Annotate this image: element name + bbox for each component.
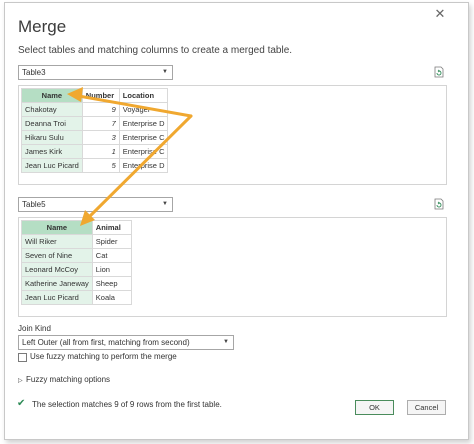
first-table-preview: Name Number Location Chakotay 9 Voyager … <box>18 85 447 185</box>
table-cell: Koala <box>91 290 132 305</box>
table-row: Jean Luc Picard 5 Enterprise D <box>21 158 169 173</box>
first-table-col-name[interactable]: Name <box>21 88 83 103</box>
second-table-grid: Name Animal Will Riker Spider Seven of N… <box>21 220 132 305</box>
table-cell: Enterprise C <box>118 144 169 159</box>
table-cell: Leonard McCoy <box>21 262 93 277</box>
second-table-col-animal[interactable]: Animal <box>91 220 132 235</box>
first-table-dropdown[interactable]: Table3 ▼ <box>18 65 173 80</box>
table-cell: Enterprise D <box>118 116 169 131</box>
match-status-text: The selection matches 9 of 9 rows from t… <box>32 400 222 409</box>
table-cell: Enterprise D <box>118 158 169 173</box>
refresh-icon[interactable] <box>433 66 445 78</box>
caret-down-icon: ▼ <box>162 201 168 207</box>
caret-down-icon: ▼ <box>223 339 229 345</box>
fuzzy-matching-checkbox[interactable] <box>18 353 27 362</box>
join-kind-dropdown[interactable]: Left Outer (all from first, matching fro… <box>18 335 234 350</box>
merge-dialog: ✕ Merge Select tables and matching colum… <box>4 2 469 440</box>
refresh-icon[interactable] <box>433 198 445 210</box>
fuzzy-matching-label: Use fuzzy matching to perform the merge <box>30 352 177 361</box>
table-cell: Deanna Troi <box>21 116 83 131</box>
table-cell: Seven of Nine <box>21 248 93 263</box>
table-row: Seven of Nine Cat <box>21 248 132 263</box>
table-cell: Cat <box>91 248 132 263</box>
cancel-button[interactable]: Cancel <box>407 400 446 415</box>
table-cell: Sheep <box>91 276 132 291</box>
first-table-col-number[interactable]: Number <box>81 88 120 103</box>
table-cell: Lion <box>91 262 132 277</box>
expand-icon[interactable]: ▷ <box>18 376 23 386</box>
table-row: Will Riker Spider <box>21 234 132 249</box>
dialog-title: Merge <box>18 17 67 36</box>
table-cell: Jean Luc Picard <box>21 158 83 173</box>
table-cell: 5 <box>81 158 120 173</box>
table-cell: Jean Luc Picard <box>21 290 93 305</box>
table-row: Jean Luc Picard Koala <box>21 290 132 305</box>
table-cell: 3 <box>81 130 120 145</box>
table-cell: 7 <box>81 116 120 131</box>
table-cell: Enterprise C <box>118 130 169 145</box>
table-cell: 1 <box>81 144 120 159</box>
fuzzy-options-toggle[interactable]: Fuzzy matching options <box>26 375 110 384</box>
check-icon: ✔ <box>17 398 26 409</box>
table-cell: Spider <box>91 234 132 249</box>
table-cell: Chakotay <box>21 102 83 117</box>
table-cell: 9 <box>81 102 120 117</box>
table-cell: Katherine Janeway <box>21 276 93 291</box>
second-table-preview: Name Animal Will Riker Spider Seven of N… <box>18 217 447 317</box>
table-cell: Will Riker <box>21 234 93 249</box>
second-table-selected: Table5 <box>22 200 46 209</box>
table-cell: James Kirk <box>21 144 83 159</box>
caret-down-icon: ▼ <box>162 69 168 75</box>
table-cell: Hikaru Sulu <box>21 130 83 145</box>
second-table-dropdown[interactable]: Table5 ▼ <box>18 197 173 212</box>
close-icon[interactable]: ✕ <box>433 7 447 21</box>
table-row: Hikaru Sulu 3 Enterprise C <box>21 130 169 145</box>
first-table-selected: Table3 <box>22 68 46 77</box>
join-kind-selected: Left Outer (all from first, matching fro… <box>22 338 190 347</box>
second-table-col-name[interactable]: Name <box>21 220 93 235</box>
first-table-col-location[interactable]: Location <box>118 88 169 103</box>
table-row: Chakotay 9 Voyager <box>21 102 169 117</box>
table-row: Katherine Janeway Sheep <box>21 276 132 291</box>
table-row: Leonard McCoy Lion <box>21 262 132 277</box>
ok-button[interactable]: OK <box>355 400 394 415</box>
first-table-grid: Name Number Location Chakotay 9 Voyager … <box>21 88 169 173</box>
table-cell: Voyager <box>118 102 169 117</box>
table-row: Deanna Troi 7 Enterprise D <box>21 116 169 131</box>
join-kind-label: Join Kind <box>18 324 51 333</box>
table-row: James Kirk 1 Enterprise C <box>21 144 169 159</box>
dialog-subtitle: Select tables and matching columns to cr… <box>18 45 293 56</box>
